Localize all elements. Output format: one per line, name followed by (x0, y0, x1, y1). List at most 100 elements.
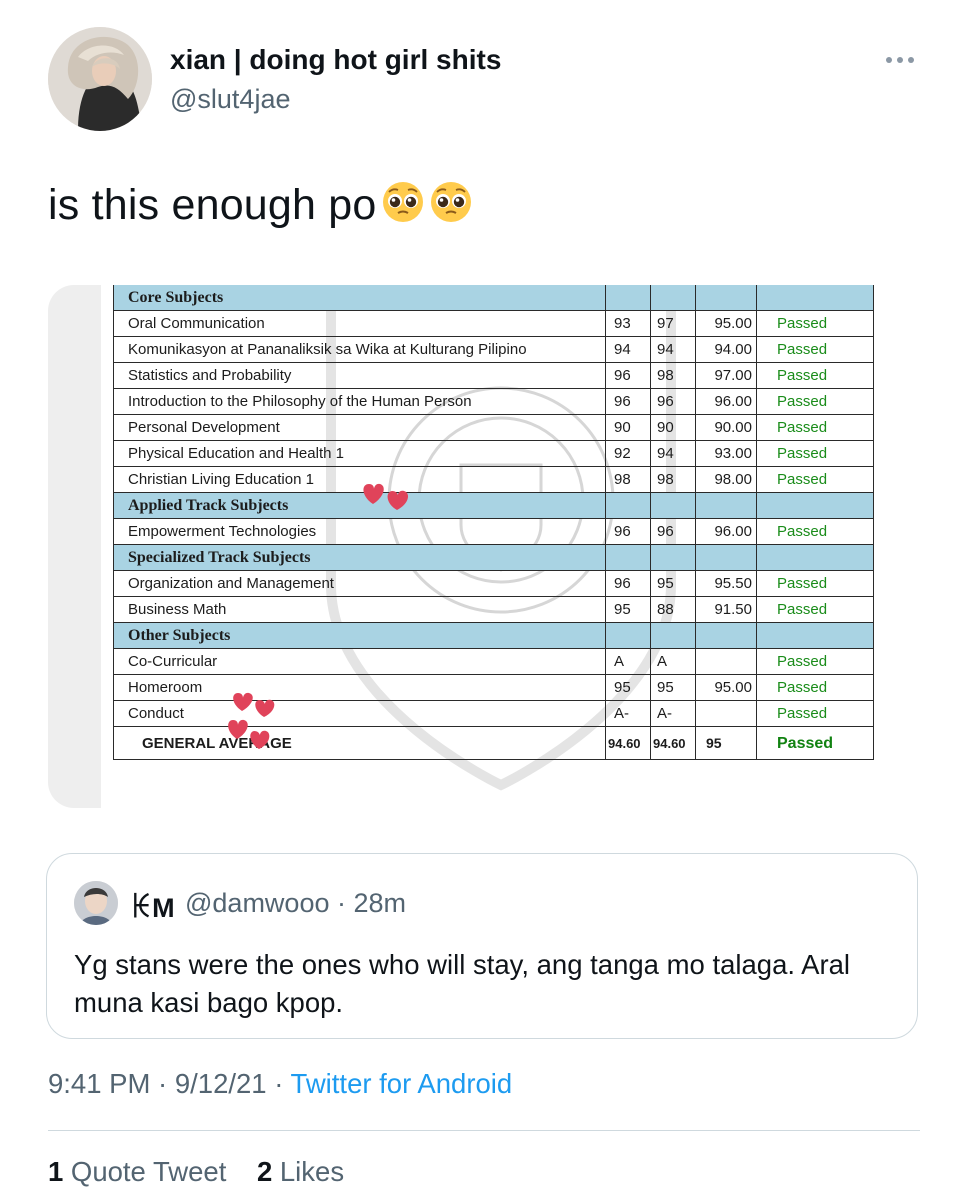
grade-q2-cell: 96 (650, 518, 696, 545)
final-grade-cell: 97.00 (695, 362, 757, 389)
remarks-cell: Passed (756, 596, 874, 623)
quote-count: 1 (48, 1156, 64, 1187)
subject-cell: Co-Curricular (113, 648, 606, 675)
dot-icon (886, 57, 892, 63)
final-grade-cell: 95.50 (695, 570, 757, 597)
grade-row: Empowerment Technologies 96 96 96.00 Passed (113, 518, 874, 545)
grade-q2-cell: 97 (650, 310, 696, 337)
quote-tweets-stat[interactable]: 1 Quote Tweet (48, 1156, 226, 1187)
grade-q2-cell: 95 (650, 674, 696, 701)
grade-q1-cell: 95 (605, 596, 651, 623)
dot-icon (897, 57, 903, 63)
grade-q2-cell: A (650, 648, 696, 675)
grade-q1-cell: 96 (605, 388, 651, 415)
section-title: Other Subjects (113, 622, 606, 649)
grade-q1-cell: A (605, 648, 651, 675)
grade-q1-cell: 94 (605, 336, 651, 363)
section-title: Core Subjects (113, 285, 606, 311)
section-header-cell (650, 544, 696, 571)
final-grade-cell: 91.50 (695, 596, 757, 623)
section-header-row: Applied Track Subjects (113, 492, 874, 519)
author-avatar[interactable] (48, 27, 152, 131)
grade-q1-cell: 96 (605, 518, 651, 545)
subject-cell: Homeroom (113, 674, 606, 701)
subject-cell: Empowerment Technologies (113, 518, 606, 545)
hearts-icon (363, 483, 409, 510)
quoted-author-handle-time[interactable]: @damwooo · 28m (185, 888, 406, 919)
grade-q2-cell: 98 (650, 466, 696, 493)
section-header-cell (650, 285, 696, 311)
section-title: Specialized Track Subjects (113, 544, 606, 571)
remarks-cell: Passed (756, 570, 874, 597)
general-average-label: GENERAL AVERAGE (113, 726, 606, 760)
section-header-cell (756, 285, 874, 311)
remarks-cell: Passed (756, 336, 874, 363)
tweet-stats: 1 Quote Tweet 2 Likes (48, 1156, 344, 1188)
final-grade-cell: 95.00 (695, 310, 757, 337)
subject-cell: Introduction to the Philosophy of the Hu… (113, 388, 606, 415)
average-final-cell: 95 (695, 726, 757, 760)
final-grade-cell: 98.00 (695, 466, 757, 493)
section-header-cell (756, 544, 874, 571)
grade-q2-cell: 98 (650, 362, 696, 389)
grade-q2-cell: 90 (650, 414, 696, 441)
tweet-meta: 9:41 PM · 9/12/21 · Twitter for Android (48, 1068, 512, 1100)
grade-q1-cell: 90 (605, 414, 651, 441)
grade-q1-cell: 93 (605, 310, 651, 337)
tweet-timestamp[interactable]: 9:41 PM · 9/12/21 · (48, 1068, 291, 1099)
final-grade-cell: 95.00 (695, 674, 757, 701)
grade-row: Christian Living Education 1 98 98 98.00 Pas… (113, 466, 874, 493)
section-header-cell (695, 622, 757, 649)
author-photo (48, 27, 152, 131)
grade-q1-cell: A- (605, 700, 651, 727)
hearts-icon (228, 719, 270, 749)
section-header-cell (756, 492, 874, 519)
divider (48, 1130, 920, 1131)
section-header-cell (695, 492, 757, 519)
final-grade-cell: 93.00 (695, 440, 757, 467)
grade-row: Physical Education and Health 1 92 94 93.00… (113, 440, 874, 467)
section-header-cell (695, 285, 757, 311)
grade-q2-cell: 94 (650, 336, 696, 363)
subject-cell: Personal Development (113, 414, 606, 441)
grade-report: Core Subjects Oral Communication 93 97 95.00… (101, 285, 918, 808)
remarks-cell: Passed (756, 310, 874, 337)
grade-q2-cell: 94 (650, 440, 696, 467)
remarks-cell: Passed (756, 518, 874, 545)
grade-row: Business Math 95 88 91.50 Passed (113, 596, 874, 623)
final-grade-cell: 96.00 (695, 388, 757, 415)
author-handle[interactable]: @slut4jae (170, 84, 290, 115)
section-header-cell (605, 544, 651, 571)
subject-cell: Statistics and Probability (113, 362, 606, 389)
quoted-author-name[interactable]: ꀘM (131, 888, 175, 924)
like-count: 2 (256, 1156, 273, 1187)
remarks-cell: Passed (756, 362, 874, 389)
final-grade-cell: 90.00 (695, 414, 757, 441)
section-header-row: Specialized Track Subjects (113, 544, 874, 571)
section-header-cell (650, 492, 696, 519)
subject-cell: Conduct (113, 700, 606, 727)
grade-q2-cell: 95 (650, 570, 696, 597)
likes-stat[interactable]: 2 Likes (257, 1156, 344, 1187)
grade-q2-cell: A- (650, 700, 696, 727)
grade-row: Komunikasyon at Pananaliksik sa Wika at … (113, 336, 874, 363)
grade-row: Statistics and Probability 96 98 97.00 Passe… (113, 362, 874, 389)
pleading-face-icon (381, 180, 425, 235)
section-header-cell (695, 544, 757, 571)
grade-q1-cell: 98 (605, 466, 651, 493)
tweet-source-link[interactable]: Twitter for Android (291, 1068, 513, 1099)
quoted-author-avatar[interactable] (74, 881, 118, 925)
remarks-cell: Passed (756, 388, 874, 415)
author-display-name[interactable]: xian | doing hot girl shits (170, 44, 501, 76)
tweet-media-image[interactable]: Core Subjects Oral Communication 93 97 95.00… (48, 285, 918, 808)
grade-q2-cell: 96 (650, 388, 696, 415)
grade-row: Organization and Management 96 95 95.50 Pass… (113, 570, 874, 597)
remarks-cell: Passed (756, 700, 874, 727)
grade-row: Personal Development 90 90 90.00 Passed (113, 414, 874, 441)
remarks-cell: Passed (756, 440, 874, 467)
section-header-cell (605, 622, 651, 649)
quoted-tweet[interactable]: ꀘM @damwooo · 28m Yg stans were the ones… (46, 853, 918, 1039)
grade-row: Co-Curricular A A Passed (113, 648, 874, 675)
more-options-button[interactable] (880, 44, 920, 76)
quote-label: Quote Tweet (63, 1156, 227, 1187)
